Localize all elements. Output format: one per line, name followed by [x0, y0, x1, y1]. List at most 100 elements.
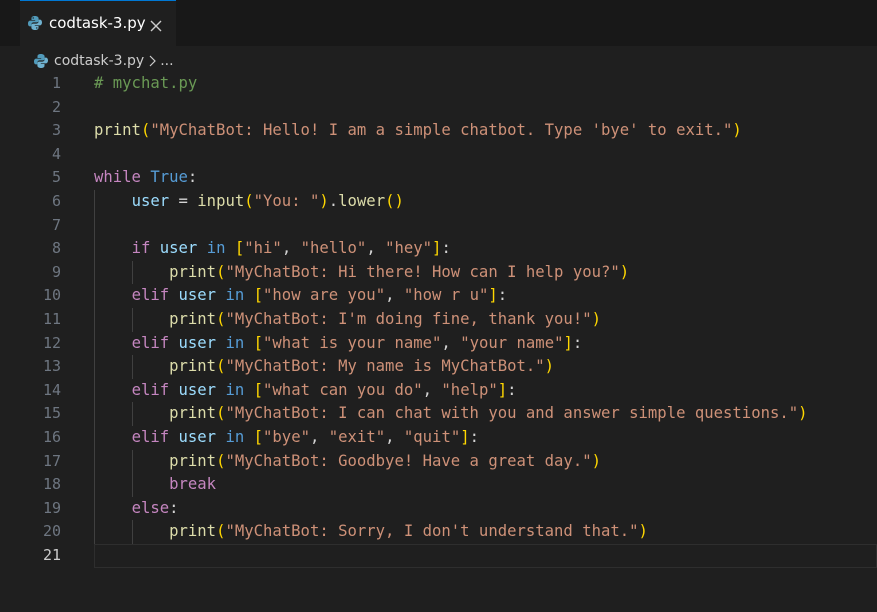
code-token: :: [572, 333, 583, 352]
code-editor[interactable]: 1 # mychat.py 2 3 print("MyChatBot: Hello! I…: [0, 72, 877, 612]
breadcrumb: codtask-3.py ...: [34, 50, 174, 72]
current-line-highlight: [94, 544, 877, 568]
code-token: ): [591, 451, 601, 470]
indent-guide: [132, 520, 133, 544]
code-token: elif: [131, 286, 170, 305]
breadcrumb-file[interactable]: codtask-3.py: [54, 53, 144, 69]
code-token: ): [319, 192, 329, 210]
code-line[interactable]: break: [94, 473, 216, 497]
code-token: "MyChatBot: Sorry, I don't understand th…: [225, 522, 639, 541]
line-number: 1: [51, 74, 61, 92]
code-line[interactable]: print("MyChatBot: I can chat with you an…: [94, 402, 808, 426]
code-token: True: [150, 168, 188, 187]
line-number: 4: [51, 144, 61, 163]
code-line[interactable]: print("MyChatBot: Hi there! How can I he…: [94, 261, 629, 285]
code-token: [: [253, 286, 264, 305]
indent-guide: [132, 260, 133, 285]
code-token: "what can you do": [263, 380, 423, 399]
code-token: else: [131, 498, 170, 517]
code-token: [: [234, 239, 245, 258]
code-line[interactable]: elif user in ["what can you do", "help"]…: [94, 379, 517, 403]
code-line[interactable]: print("MyChatBot: I'm doing fine, thank …: [94, 308, 601, 332]
code-token: user: [159, 239, 198, 258]
code-token: while: [94, 168, 141, 187]
breadcrumb-symbols[interactable]: ...: [160, 53, 173, 69]
indent-guide: [132, 308, 133, 332]
code-token: "how r u": [403, 286, 489, 305]
code-token: "your name": [460, 333, 564, 352]
code-token: if: [131, 239, 151, 258]
code-line[interactable]: user = input("You: ").lower(): [94, 190, 404, 214]
line-number: 11: [42, 310, 61, 328]
line-number: 3: [51, 121, 61, 140]
code-token: ): [798, 404, 808, 423]
code-line[interactable]: elif user in ["bye", "exit", "quit"]:: [94, 426, 479, 450]
code-token: elif: [131, 333, 170, 352]
code-token: ): [638, 522, 648, 541]
code-token: elif: [131, 380, 170, 399]
line-number: 21: [42, 546, 61, 564]
code-token: print: [169, 357, 217, 376]
code-token: "MyChatBot: My name is MyChatBot.": [225, 357, 545, 376]
line-number: 9: [51, 262, 61, 281]
code-token: "exit": [328, 428, 386, 446]
code-token: input: [197, 192, 245, 210]
code-token: (: [140, 121, 151, 140]
code-line[interactable]: print("MyChatBot: My name is MyChatBot."…: [94, 355, 554, 379]
code-line[interactable]: if user in ["hi", "hello", "hey"]:: [94, 237, 451, 261]
code-token: "bye": [263, 428, 310, 446]
code-token: ,: [309, 428, 329, 446]
code-token: print: [169, 451, 217, 470]
code-token: "MyChatBot: I'm doing fine, thank you!": [225, 310, 592, 328]
close-icon[interactable]: [150, 17, 162, 36]
code-token: # mychat.py: [94, 74, 198, 92]
code-token: ,: [441, 333, 461, 352]
code-token: "MyChatBot: Hi there! How can I help you…: [225, 262, 620, 281]
code-line[interactable]: print("MyChatBot: Hello! I am a simple c…: [94, 119, 742, 143]
code-token: print: [94, 121, 141, 140]
code-token: user: [178, 286, 217, 305]
code-token: user: [178, 333, 217, 352]
line-number: 13: [42, 357, 61, 376]
code-line[interactable]: elif user in ["what is your name", "your…: [94, 332, 583, 356]
code-token: :: [441, 239, 451, 258]
code-token: break: [169, 475, 217, 494]
tab-bar: codtask-3.py: [0, 0, 877, 46]
code-token: [: [253, 380, 264, 399]
code-line[interactable]: print("MyChatBot: Sorry, I don't underst…: [94, 520, 648, 544]
code-token: "hey": [385, 239, 433, 258]
line-number: 18: [42, 475, 61, 494]
line-number: 5: [51, 168, 61, 187]
code-line[interactable]: # mychat.py: [94, 72, 197, 96]
code-line[interactable]: else:: [94, 497, 179, 521]
code-token: user: [131, 192, 170, 210]
code-line[interactable]: print("MyChatBot: Goodbye! Have a great …: [94, 450, 601, 474]
code-token: "You: ": [253, 192, 320, 210]
code-token: ): [732, 121, 742, 140]
code-line[interactable]: while True:: [94, 166, 197, 190]
code-token: lower: [338, 192, 386, 210]
code-token: print: [169, 262, 217, 281]
code-token: :: [497, 286, 508, 305]
code-token: =: [169, 192, 198, 210]
line-number: 19: [42, 498, 61, 517]
tab-codtask-3[interactable]: codtask-3.py: [20, 0, 176, 46]
code-token: "help": [441, 380, 498, 399]
code-token: "what is your name": [263, 333, 442, 352]
python-icon: [28, 15, 42, 35]
code-token: ): [591, 310, 601, 328]
code-token: "MyChatBot: Goodbye! Have a great day.": [225, 451, 592, 470]
code-token: (): [385, 192, 404, 210]
code-line[interactable]: elif user in ["how are you", "how r u"]:: [94, 284, 508, 308]
code-token: elif: [131, 428, 170, 446]
